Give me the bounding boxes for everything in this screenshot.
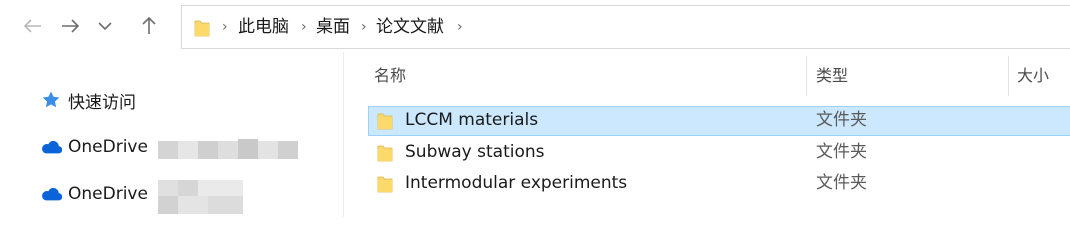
- redacted-account-text: [158, 180, 243, 214]
- column-header-size[interactable]: 大小: [1017, 66, 1049, 86]
- sidebar-item-label: 快速访问: [68, 92, 136, 113]
- folder-icon: [377, 144, 393, 166]
- breadcrumb-desktop[interactable]: 桌面: [316, 17, 350, 37]
- address-bar[interactable]: › 此电脑 › 桌面 › 论文文献 ›: [181, 5, 1070, 49]
- recent-locations-button[interactable]: [92, 12, 118, 40]
- breadcrumb-papers[interactable]: 论文文献: [376, 17, 444, 37]
- chevron-down-icon: [98, 21, 112, 30]
- file-name: LCCM materials: [405, 110, 539, 130]
- sidebar-item-onedrive[interactable]: OneDrive: [40, 180, 148, 208]
- column-divider[interactable]: [806, 56, 807, 96]
- arrow-up-icon: [142, 17, 156, 34]
- column-header-name[interactable]: 名称: [374, 66, 406, 86]
- chevron-right-icon[interactable]: ›: [457, 17, 463, 37]
- breadcrumb-this-pc[interactable]: 此电脑: [238, 17, 289, 37]
- column-divider[interactable]: [1008, 56, 1009, 96]
- file-list: 名称 类型 大小 LCCM materials 文件夹 Subway stati…: [345, 52, 1070, 217]
- arrow-left-icon: [24, 19, 41, 33]
- folder-icon: [194, 19, 210, 41]
- sidebar-item-onedrive[interactable]: OneDrive: [40, 133, 148, 161]
- up-button[interactable]: [136, 12, 162, 40]
- file-type: 文件夹: [816, 173, 867, 193]
- chevron-right-icon: ›: [222, 19, 228, 35]
- chevron-right-icon: ›: [361, 19, 367, 35]
- chevron-right-icon: ›: [301, 19, 307, 35]
- forward-button[interactable]: [57, 12, 83, 40]
- sidebar-item-label: OneDrive: [68, 137, 148, 157]
- star-pin-icon: [40, 90, 62, 110]
- file-name: Intermodular experiments: [405, 173, 628, 193]
- folder-icon: [377, 112, 393, 134]
- redacted-account-text: [158, 139, 298, 161]
- navigation-pane: 快速访问 OneDrive OneDrive: [0, 52, 344, 217]
- folder-icon: [377, 175, 393, 197]
- sidebar-item-quick-access[interactable]: 快速访问: [40, 86, 136, 114]
- list-item[interactable]: Subway stations 文件夹: [368, 138, 1070, 168]
- file-name: Subway stations: [405, 142, 545, 162]
- sidebar-item-label: OneDrive: [68, 184, 148, 204]
- file-type: 文件夹: [816, 110, 867, 130]
- file-type: 文件夹: [816, 142, 867, 162]
- list-item[interactable]: Intermodular experiments 文件夹: [368, 169, 1070, 199]
- navigation-bar: › 此电脑 › 桌面 › 论文文献 ›: [0, 0, 1070, 52]
- arrow-right-icon: [62, 19, 79, 33]
- back-button[interactable]: [20, 12, 46, 40]
- list-item[interactable]: LCCM materials 文件夹: [368, 106, 1070, 136]
- column-header-type[interactable]: 类型: [816, 66, 848, 86]
- cloud-icon: [40, 137, 62, 157]
- cloud-icon: [40, 184, 62, 204]
